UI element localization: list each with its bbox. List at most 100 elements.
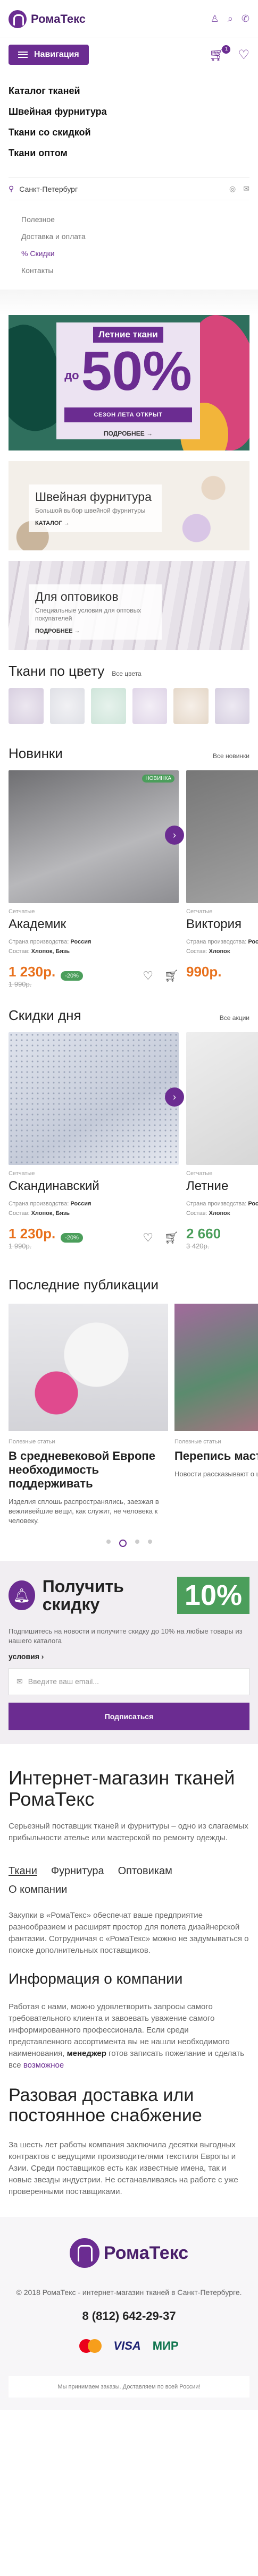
possible-link[interactable]: возможное (23, 2061, 64, 2070)
navbar: Навигация 🛒︎ 1 ♡ (0, 38, 258, 71)
product-category: Сетчатые (9, 1170, 35, 1177)
product-card[interactable]: Сетчатые Скандинавский Страна производст… (9, 1032, 179, 1250)
link-discounts[interactable]: % Скидки (21, 245, 237, 262)
all-news-link[interactable]: Все новинки (213, 752, 249, 760)
carousel-dot[interactable] (106, 1540, 111, 1544)
swatch[interactable] (173, 688, 209, 724)
promo-text: Специальные условия для оптовых покупате… (35, 607, 142, 622)
sale-header: Скидки дня Все акции (0, 988, 258, 1029)
product-category: Сетчатые (186, 908, 213, 915)
email-placeholder: Введите ваш email... (28, 1677, 99, 1686)
link-useful[interactable]: Полезное (21, 211, 237, 228)
logo-icon (9, 10, 27, 28)
cart-count-badge: 1 (222, 45, 231, 54)
product-card[interactable]: НОВИНКА Сетчатые Академик Страна произво… (9, 770, 179, 988)
link-contacts[interactable]: Контакты (21, 262, 237, 279)
cart-button[interactable]: 🛒︎ 1 (209, 45, 231, 63)
burger-icon (18, 52, 28, 58)
add-to-cart-icon[interactable]: 🛒︎ (164, 1231, 179, 1245)
instagram-icon[interactable]: ◎ (229, 184, 236, 193)
add-to-cart-icon[interactable]: 🛒︎ (164, 969, 179, 983)
tab-wholesale[interactable]: Оптовикам (118, 1865, 172, 1877)
news-header: Новинки Все новинки (0, 733, 258, 767)
favorite-icon[interactable]: ♡ (143, 969, 153, 983)
favorites-icon[interactable]: ♡ (238, 47, 249, 63)
product-category: Сетчатые (186, 1170, 213, 1177)
all-colors-link[interactable]: Все цвета (112, 670, 141, 677)
tab-accessories[interactable]: Фурнитура (51, 1865, 104, 1877)
swatch[interactable] (132, 688, 167, 724)
swatch[interactable] (49, 688, 85, 724)
summer-banner[interactable]: Летние ткани до50% СЕЗОН ЛЕТА ОТКРЫТ ПОД… (9, 315, 249, 450)
navigation-button[interactable]: Навигация (9, 45, 89, 65)
menu-item-discount[interactable]: Ткани со скидкой (9, 122, 249, 143)
email-field[interactable]: ✉ Введите ваш email... (9, 1668, 249, 1695)
secondary-links: Полезное Доставка и оплата % Скидки Конт… (0, 209, 258, 290)
tab-fabrics[interactable]: Ткани (9, 1865, 37, 1877)
city-name: Санкт-Петербург (19, 184, 78, 193)
about-lead: Серьезный поставщик тканей и фурнитуры –… (9, 1822, 248, 1842)
vk-icon[interactable]: ✉ (243, 184, 249, 193)
promo-wholesale[interactable]: Для оптовиков Специальные условия для оп… (9, 561, 249, 650)
mail-icon: ✉ (16, 1677, 23, 1686)
publication-category: Полезные статьи (9, 1439, 55, 1445)
colors-header: Ткани по цвету Все цвета (0, 650, 258, 685)
menu-item-accessories[interactable]: Швейная фурнитура (9, 101, 249, 122)
swatch[interactable] (91, 688, 126, 724)
product-name: Скандинавский (9, 1179, 99, 1193)
product-card[interactable]: Сетчатые Летние Страна производства: Рос… (186, 1032, 258, 1250)
publication-category: Полезные статьи (174, 1439, 221, 1445)
search-icon[interactable]: ⌕ (228, 13, 233, 24)
mastercard-icon (79, 2339, 102, 2353)
navigation-label: Навигация (34, 50, 79, 59)
swatch[interactable] (214, 688, 249, 724)
menu-item-wholesale[interactable]: Ткани оптом (9, 143, 249, 164)
logo[interactable]: РомаТекс (9, 10, 86, 28)
publication-image (174, 1304, 258, 1431)
bell-icon: 🔔︎ (9, 1580, 35, 1610)
footer-brand: РомаТекс (103, 2242, 189, 2263)
swatch[interactable] (9, 688, 44, 724)
promo-link[interactable]: ПОДРОБНЕЕ → (35, 628, 155, 634)
subscribe-block: 🔔︎ Получить скидку 10% Подпишитесь на но… (0, 1561, 258, 1744)
publication-text: Изделия сплошь распространялись, заезжая… (9, 1498, 159, 1525)
copyright: © 2018 РомаТекс - интернет-магазин ткане… (16, 2288, 242, 2297)
carousel-next-button[interactable]: › (165, 826, 184, 845)
new-badge: НОВИНКА (142, 775, 174, 783)
product-meta: Страна производства: Россия Состав: Хлоп… (9, 939, 91, 955)
product-price: 1 230р. (9, 964, 56, 980)
footer-logo[interactable]: РомаТекс (9, 2238, 249, 2268)
tab-company[interactable]: О компании (9, 1884, 67, 1896)
carousel-dot[interactable] (147, 1540, 152, 1544)
carousel-dot[interactable] (135, 1540, 139, 1544)
publication-card[interactable]: Полезные статьи В средневековой Европе н… (9, 1304, 168, 1526)
carousel-dot-active[interactable] (119, 1540, 127, 1547)
favorite-icon[interactable]: ♡ (143, 1231, 153, 1245)
link-delivery[interactable]: Доставка и оплата (21, 228, 237, 245)
color-swatches (0, 685, 258, 733)
footer-phone[interactable]: 8 (812) 642-29-37 (9, 2309, 249, 2323)
publications-carousel: Полезные статьи В средневековой Европе н… (0, 1304, 258, 1526)
all-sales-link[interactable]: Все акции (220, 1014, 249, 1022)
phone-icon[interactable]: ✆ (242, 13, 249, 24)
product-price: 990р. (186, 964, 222, 980)
promo-accessories[interactable]: Швейная фурнитура Большой выбор швейной … (9, 461, 249, 550)
carousel-next-button[interactable]: › (165, 1087, 184, 1107)
about-tabs: Ткани Фурнитура Оптовикам (9, 1865, 249, 1877)
payment-methods: VISA МИР (9, 2339, 249, 2353)
product-name: Летние (186, 1179, 229, 1193)
promo-link[interactable]: КАТАЛОГ → (35, 520, 155, 526)
city-selector[interactable]: ⚲ Санкт-Петербург ◎ ✉ (9, 177, 249, 200)
product-image (186, 1032, 258, 1165)
publication-card[interactable]: Полезные статьи Перепись мастериц Новост… (174, 1304, 258, 1526)
about-section: Интернет-магазин тканей РомаТекс Серьезн… (0, 1744, 258, 2198)
sale-products-carousel: Сетчатые Скандинавский Страна производст… (0, 1029, 258, 1250)
summer-open-button[interactable]: СЕЗОН ЛЕТА ОТКРЫТ (64, 407, 192, 422)
conditions-link[interactable]: условия › (9, 1652, 249, 1661)
menu-item-catalog[interactable]: Каталог тканей (9, 81, 249, 101)
subscribe-button[interactable]: Подписаться (9, 1703, 249, 1730)
user-icon[interactable]: ♙ (211, 13, 219, 24)
subscribe-text: Подпишитесь на новости и получите скидку… (9, 1627, 243, 1645)
summer-more-link[interactable]: ПОДРОБНЕЕ → (56, 430, 200, 437)
product-card[interactable]: Сетчатые Виктория Страна производства: Р… (186, 770, 258, 988)
